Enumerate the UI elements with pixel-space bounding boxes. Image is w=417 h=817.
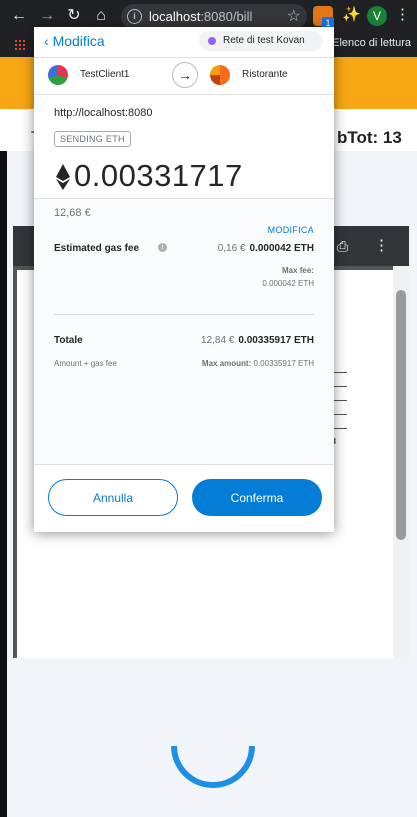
network-dot-icon: [208, 37, 216, 45]
total-label: Totale: [54, 335, 83, 346]
left-edge-strip: [0, 151, 7, 817]
address-bar[interactable]: i localhost:8080/bill ☆: [121, 4, 307, 29]
max-amount-value: 0.00335917 ETH: [253, 359, 315, 368]
profile-avatar[interactable]: V: [367, 6, 387, 26]
info-circle-icon[interactable]: i: [158, 243, 167, 252]
total-eth: 0.00335917 ETH: [238, 335, 314, 346]
total-value: 12,84 €0.00335917 ETH: [201, 335, 314, 346]
pdf-scrollbar-thumb[interactable]: [396, 290, 406, 540]
bookmark-star-icon[interactable]: ☆: [287, 6, 301, 26]
to-account-name: Ristorante: [242, 69, 288, 80]
section-divider: [54, 314, 314, 315]
from-account-name: TestClient1: [80, 69, 130, 80]
reload-icon[interactable]: ↻: [63, 5, 85, 27]
subtotal-text: bTot: 13: [337, 128, 402, 147]
max-fee-value: 0.000042 ETH: [262, 279, 314, 288]
info-icon[interactable]: i: [127, 9, 142, 24]
transaction-amount: 0.00331717: [74, 158, 243, 193]
fiat-amount: 12,68 €: [54, 207, 91, 219]
gas-fee-eth: 0.000042 ETH: [249, 243, 315, 254]
home-icon[interactable]: ⌂: [90, 5, 112, 27]
extensions-puzzle-icon[interactable]: ✨: [342, 5, 361, 23]
network-pill[interactable]: Rete di test Kovan: [199, 31, 323, 51]
max-fee-label: Max fee:: [281, 266, 314, 275]
gas-fee-fiat: 0,16 €: [217, 243, 246, 254]
back-arrow-icon[interactable]: ←: [8, 5, 30, 27]
url-host: localhost: [149, 9, 201, 24]
cancel-button[interactable]: Annulla: [48, 479, 178, 516]
back-edit-link[interactable]: ‹ Modifica: [44, 33, 105, 49]
network-label: Rete di test Kovan: [223, 35, 305, 46]
browser-menu-icon[interactable]: ⋮: [395, 5, 410, 23]
confirm-button[interactable]: Conferma: [192, 479, 322, 516]
address-url: localhost:8080/bill: [149, 9, 252, 24]
request-origin: http://localhost:8080: [54, 107, 153, 119]
url-path: :8080/bill: [200, 9, 253, 24]
to-account-avatar-icon: [210, 65, 230, 85]
back-edit-label: Modifica: [52, 33, 105, 49]
action-badge: SENDING ETH: [54, 131, 131, 147]
metamask-confirm-popup: ‹ Modifica Rete di test Kovan TestClient…: [34, 27, 334, 532]
max-amount-label: Max amount:: [201, 359, 252, 368]
forward-arrow-icon[interactable]: →: [36, 5, 58, 27]
gas-fee-value: 0,16 €0.000042 ETH: [218, 243, 314, 254]
apps-grid-icon[interactable]: [14, 39, 26, 51]
edit-gas-link[interactable]: MODIFICA: [268, 225, 314, 235]
loading-spinner: [171, 745, 255, 788]
amount-plus-gas-label: Amount + gas fee: [54, 359, 117, 368]
pdf-more-icon[interactable]: ⋮: [374, 236, 389, 254]
arrow-right-icon: →: [172, 62, 198, 88]
from-account-avatar-icon: [48, 65, 68, 85]
total-fiat: 12,84 €: [201, 335, 235, 346]
gas-fee-label: Estimated gas fee: [54, 243, 140, 254]
reading-list-button[interactable]: Elenco di lettura: [332, 37, 411, 49]
account-transfer-row: TestClient1 → Ristorante: [34, 57, 334, 95]
ethereum-icon: [56, 164, 70, 190]
print-icon[interactable]: ⎙: [337, 238, 353, 254]
max-amount: Max amount: 0.00335917 ETH: [202, 359, 314, 368]
